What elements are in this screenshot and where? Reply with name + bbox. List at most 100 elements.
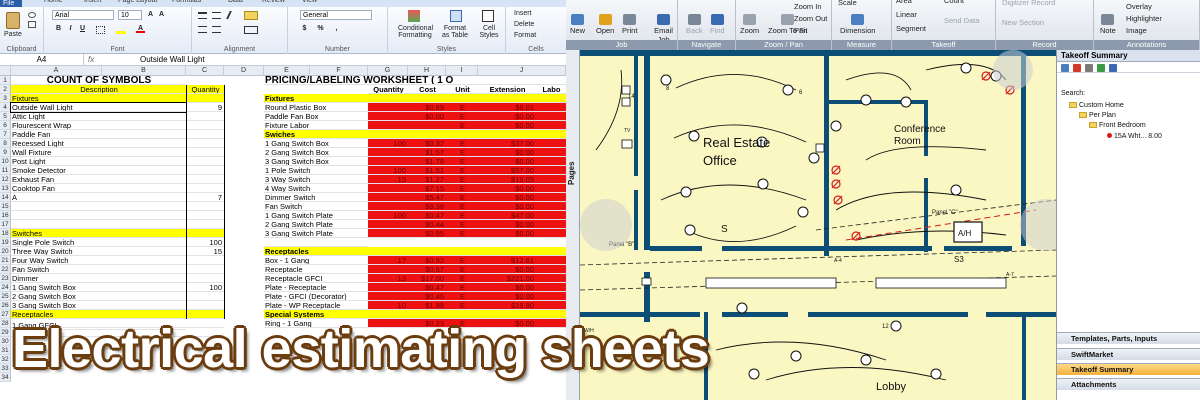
align-center-icon[interactable] (212, 26, 221, 33)
symbol-quantity[interactable] (186, 202, 224, 211)
symbol-quantity[interactable] (186, 175, 224, 184)
item-extension[interactable]: $47.00 (478, 211, 536, 220)
delete-cells-button[interactable]: Delete (514, 21, 534, 28)
item-description[interactable]: 3 Gang Switch Plate (264, 229, 368, 238)
item-quantity[interactable] (368, 103, 408, 112)
item-extension[interactable]: $0.00 (478, 292, 536, 301)
row-header[interactable]: 9 (0, 148, 11, 157)
ribbon-tab-page-layout[interactable]: Page Layout (118, 0, 157, 4)
item-extension[interactable]: $0.00 (478, 157, 536, 166)
symbol-quantity[interactable] (186, 166, 224, 175)
column-header-h[interactable]: H (408, 66, 446, 76)
item-labor[interactable] (536, 220, 566, 229)
new-section-button[interactable]: New Section (1002, 18, 1044, 27)
item-cost[interactable]: $1.27 (408, 175, 446, 184)
item-description[interactable]: 1 Gang Switch Box (264, 139, 368, 148)
item-description[interactable]: 2 Gang Switch Box (264, 148, 368, 157)
item-labor[interactable] (536, 193, 566, 202)
item-quantity[interactable]: 15 (368, 175, 408, 184)
prev-page-control[interactable] (580, 199, 632, 251)
symbol-description[interactable]: 2 Gang Switch Box (11, 292, 186, 301)
column-header-f[interactable]: F (310, 66, 368, 76)
item-description[interactable]: Plate - Receptacle (264, 283, 368, 292)
row-header[interactable]: 27 (0, 310, 11, 319)
row-header[interactable]: 2 (0, 85, 11, 94)
row-header[interactable]: 10 (0, 157, 11, 166)
item-extension[interactable]: $0.00 (478, 112, 536, 121)
item-description[interactable]: 1 Pole Switch (264, 166, 368, 175)
item-cost[interactable]: $0.47 (408, 283, 446, 292)
item-labor[interactable] (536, 148, 566, 157)
item-description[interactable]: 1 Gang Switch Plate (264, 211, 368, 220)
item-quantity[interactable]: 17 (368, 256, 408, 265)
item-quantity[interactable] (368, 193, 408, 202)
formula-input[interactable]: Outside Wall Light (140, 54, 205, 65)
grow-font-icon[interactable]: A (146, 11, 155, 19)
copy-icon[interactable] (28, 21, 36, 28)
scale-button[interactable]: Scale (838, 0, 857, 7)
symbol-quantity[interactable] (186, 301, 224, 310)
item-quantity[interactable]: 100 (368, 139, 408, 148)
symbol-quantity[interactable] (186, 211, 224, 220)
column-header-j[interactable]: J (478, 66, 566, 76)
item-quantity[interactable]: 100 (368, 166, 408, 175)
item-quantity[interactable] (368, 202, 408, 211)
orientation-icon[interactable] (226, 11, 238, 19)
font-color-icon[interactable]: A (136, 25, 145, 33)
tree-item-15a[interactable]: 15A Wht... 8.00 (1107, 133, 1162, 140)
send-data-button[interactable]: Send Data (944, 16, 979, 25)
row-header[interactable]: 14 (0, 193, 11, 202)
column-header-e[interactable]: E (264, 66, 310, 76)
ribbon-tab-view[interactable]: View (302, 0, 317, 4)
item-description[interactable]: 3 Way Switch (264, 175, 368, 184)
section-header[interactable]: Swiches (264, 130, 368, 139)
symbol-quantity[interactable] (186, 130, 224, 139)
item-description[interactable]: 4 Way Switch (264, 184, 368, 193)
symbol-description[interactable]: Fixtures (11, 94, 186, 103)
segment-button[interactable]: Segment (896, 24, 926, 33)
note-button[interactable]: Note (1100, 14, 1116, 35)
new-button[interactable]: New (570, 14, 585, 35)
symbol-quantity[interactable] (186, 121, 224, 130)
item-quantity[interactable] (368, 220, 408, 229)
tree-item-per-plan[interactable]: Per Plan (1079, 112, 1116, 119)
symbol-description[interactable]: Recessed Light (11, 139, 186, 148)
align-left-icon[interactable] (198, 26, 207, 33)
left-table-title[interactable]: COUNT OF SYMBOLS (11, 76, 186, 85)
fx-icon[interactable]: fx (88, 54, 94, 65)
percent-icon[interactable]: % (316, 25, 325, 33)
row-header[interactable]: 4 (0, 103, 11, 112)
item-description[interactable] (264, 238, 368, 247)
underline-icon[interactable]: U (78, 25, 87, 33)
symbol-quantity[interactable]: 100 (186, 238, 224, 247)
item-cost[interactable]: $9.38 (408, 202, 446, 211)
section-fill[interactable] (368, 247, 566, 256)
item-description[interactable]: Paddle Fan Box (264, 112, 368, 121)
item-unit[interactable]: E (446, 202, 478, 211)
item-extension[interactable]: $19.90 (478, 301, 536, 310)
select-all-corner[interactable] (0, 66, 11, 76)
symbol-description[interactable]: Flourescent Wrap (11, 121, 186, 130)
symbol-description[interactable]: Attic Light (11, 112, 186, 121)
panel-templates[interactable]: Templates, Parts, Inputs (1057, 332, 1200, 344)
row-header[interactable]: 1 (0, 76, 11, 85)
symbol-quantity[interactable]: 7 (186, 193, 224, 202)
pricing-header[interactable]: Quantity (368, 85, 408, 94)
item-unit[interactable]: E (446, 292, 478, 301)
item-cost[interactable]: $1.78 (408, 157, 446, 166)
item-cost[interactable]: $0.00 (408, 112, 446, 121)
item-cost[interactable]: $0.95 (408, 229, 446, 238)
format-table-icon[interactable] (450, 10, 462, 22)
font-name-select[interactable]: Arial (52, 10, 114, 20)
row-header[interactable]: 12 (0, 175, 11, 184)
item-labor[interactable] (536, 292, 566, 301)
symbol-description[interactable]: Fan Switch (11, 265, 186, 274)
ribbon-tab-data[interactable]: Data (228, 0, 243, 4)
item-cost[interactable] (408, 121, 446, 130)
open-button[interactable]: Open (596, 14, 614, 35)
row-header[interactable]: 7 (0, 130, 11, 139)
item-labor[interactable] (536, 211, 566, 220)
export-icon[interactable] (1109, 64, 1117, 72)
row-header[interactable]: 22 (0, 265, 11, 274)
item-quantity[interactable] (368, 265, 408, 274)
